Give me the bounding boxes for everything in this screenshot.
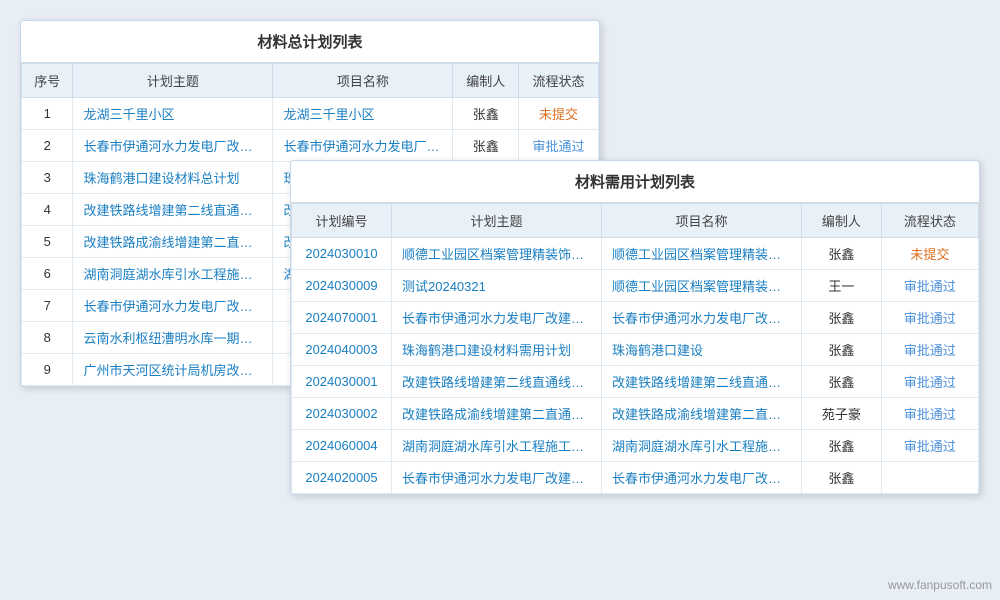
cell-code: 2024030009 (292, 270, 392, 302)
table1-col-id: 序号 (22, 64, 73, 98)
watermark: www.fanpusoft.com (888, 578, 992, 592)
table2: 计划编号 计划主题 项目名称 编制人 流程状态 2024030010 顺德工业园… (291, 203, 979, 494)
cell-code: 2024060004 (292, 430, 392, 462)
table1-col-project: 项目名称 (273, 64, 453, 98)
cell-theme: 长春市伊通河水力发电厂改建工程合... (392, 302, 602, 334)
cell-project: 顺德工业园区档案管理精装饰工程（... (602, 270, 802, 302)
cell-status: 审批通过 (881, 302, 978, 334)
cell-theme: 广州市天河区统计局机房改造项目材料总计划 (73, 354, 273, 386)
cell-theme: 长春市伊通河水力发电厂改建工程合同材料... (73, 130, 273, 162)
cell-id: 7 (22, 290, 73, 322)
cell-theme: 测试20240321 (392, 270, 602, 302)
table2-container: 材料需用计划列表 计划编号 计划主题 项目名称 编制人 流程状态 2024030… (290, 160, 980, 495)
cell-editor: 苑子豪 (802, 398, 882, 430)
cell-status: 未提交 (881, 238, 978, 270)
cell-theme: 顺德工业园区档案管理精装饰工程（... (392, 238, 602, 270)
cell-code: 2024030001 (292, 366, 392, 398)
table1-header-row: 序号 计划主题 项目名称 编制人 流程状态 (22, 64, 599, 98)
cell-theme: 长春市伊通河水力发电厂改建工程材料总计划 (73, 290, 273, 322)
cell-status: 未提交 (519, 98, 599, 130)
cell-project: 龙湖三千里小区 (273, 98, 453, 130)
cell-status (881, 462, 978, 494)
cell-id: 9 (22, 354, 73, 386)
cell-project: 改建铁路成渝线增建第二直通线（成... (602, 398, 802, 430)
cell-theme: 改建铁路线增建第二线直通线（成都... (392, 366, 602, 398)
table2-header-row: 计划编号 计划主题 项目名称 编制人 流程状态 (292, 204, 979, 238)
cell-theme: 龙湖三千里小区 (73, 98, 273, 130)
cell-theme: 长春市伊通河水力发电厂改建工程材... (392, 462, 602, 494)
cell-theme: 云南水利枢纽漕明水库一期工程施工标材料... (73, 322, 273, 354)
cell-editor: 张鑫 (802, 238, 882, 270)
table1-col-editor: 编制人 (453, 64, 519, 98)
cell-status: 审批通过 (881, 398, 978, 430)
cell-status: 审批通过 (519, 130, 599, 162)
cell-id: 1 (22, 98, 73, 130)
cell-editor: 王一 (802, 270, 882, 302)
cell-project: 珠海鹤港口建设 (602, 334, 802, 366)
table2-col-theme: 计划主题 (392, 204, 602, 238)
cell-id: 3 (22, 162, 73, 194)
cell-project: 长春市伊通河水力发电厂改建工程 (602, 462, 802, 494)
cell-id: 4 (22, 194, 73, 226)
cell-code: 2024030002 (292, 398, 392, 430)
cell-code: 2024040003 (292, 334, 392, 366)
cell-id: 5 (22, 226, 73, 258)
table-row[interactable]: 2024030001 改建铁路线增建第二线直通线（成都... 改建铁路线增建第二… (292, 366, 979, 398)
cell-code: 2024070001 (292, 302, 392, 334)
table-row[interactable]: 2024020005 长春市伊通河水力发电厂改建工程材... 长春市伊通河水力发… (292, 462, 979, 494)
cell-editor: 张鑫 (802, 430, 882, 462)
cell-project: 湖南洞庭湖水库引水工程施工标 (602, 430, 802, 462)
cell-project: 长春市伊通河水力发电厂改建工程 (602, 302, 802, 334)
cell-status: 审批通过 (881, 334, 978, 366)
table2-title: 材料需用计划列表 (291, 161, 979, 203)
table-row[interactable]: 2 长春市伊通河水力发电厂改建工程合同材料... 长春市伊通河水力发电厂改建工程… (22, 130, 599, 162)
table-row[interactable]: 1 龙湖三千里小区 龙湖三千里小区 张鑫 未提交 (22, 98, 599, 130)
cell-id: 8 (22, 322, 73, 354)
cell-editor: 张鑫 (453, 98, 519, 130)
cell-status: 审批通过 (881, 430, 978, 462)
cell-status: 审批通过 (881, 270, 978, 302)
table-row[interactable]: 2024030009 测试20240321 顺德工业园区档案管理精装饰工程（..… (292, 270, 979, 302)
table-row[interactable]: 2024070001 长春市伊通河水力发电厂改建工程合... 长春市伊通河水力发… (292, 302, 979, 334)
cell-project: 长春市伊通河水力发电厂改建工程 (273, 130, 453, 162)
cell-theme: 珠海鹤港口建设材料需用计划 (392, 334, 602, 366)
cell-theme: 珠海鹤港口建设材料总计划 (73, 162, 273, 194)
cell-editor: 张鑫 (802, 334, 882, 366)
cell-id: 2 (22, 130, 73, 162)
table1-col-theme: 计划主题 (73, 64, 273, 98)
table-row[interactable]: 2024040003 珠海鹤港口建设材料需用计划 珠海鹤港口建设 张鑫 审批通过 (292, 334, 979, 366)
cell-editor: 张鑫 (802, 462, 882, 494)
cell-editor: 张鑫 (802, 302, 882, 334)
table2-col-status: 流程状态 (881, 204, 978, 238)
cell-theme: 改建铁路成渝线增建第二直通线（成... (392, 398, 602, 430)
cell-editor: 张鑫 (453, 130, 519, 162)
cell-theme: 湖南洞庭湖水库引水工程施工标材... (392, 430, 602, 462)
table2-col-project: 项目名称 (602, 204, 802, 238)
table-row[interactable]: 2024030002 改建铁路成渝线增建第二直通线（成... 改建铁路成渝线增建… (292, 398, 979, 430)
cell-code: 2024030010 (292, 238, 392, 270)
table1-title: 材料总计划列表 (21, 21, 599, 63)
cell-editor: 张鑫 (802, 366, 882, 398)
cell-project: 改建铁路线增建第二线直通线（成都... (602, 366, 802, 398)
table-row[interactable]: 2024060004 湖南洞庭湖水库引水工程施工标材... 湖南洞庭湖水库引水工… (292, 430, 979, 462)
table2-col-editor: 编制人 (802, 204, 882, 238)
cell-status: 审批通过 (881, 366, 978, 398)
table-row[interactable]: 2024030010 顺德工业园区档案管理精装饰工程（... 顺德工业园区档案管… (292, 238, 979, 270)
table1-col-status: 流程状态 (519, 64, 599, 98)
cell-code: 2024020005 (292, 462, 392, 494)
cell-project: 顺德工业园区档案管理精装饰工程（... (602, 238, 802, 270)
table2-col-code: 计划编号 (292, 204, 392, 238)
cell-theme: 改建铁路成渝线增建第二直通线（成渝枢纽... (73, 226, 273, 258)
cell-theme: 湖南洞庭湖水库引水工程施工标材料总计划 (73, 258, 273, 290)
cell-theme: 改建铁路线增建第二线直通线（成都-西安）... (73, 194, 273, 226)
cell-id: 6 (22, 258, 73, 290)
